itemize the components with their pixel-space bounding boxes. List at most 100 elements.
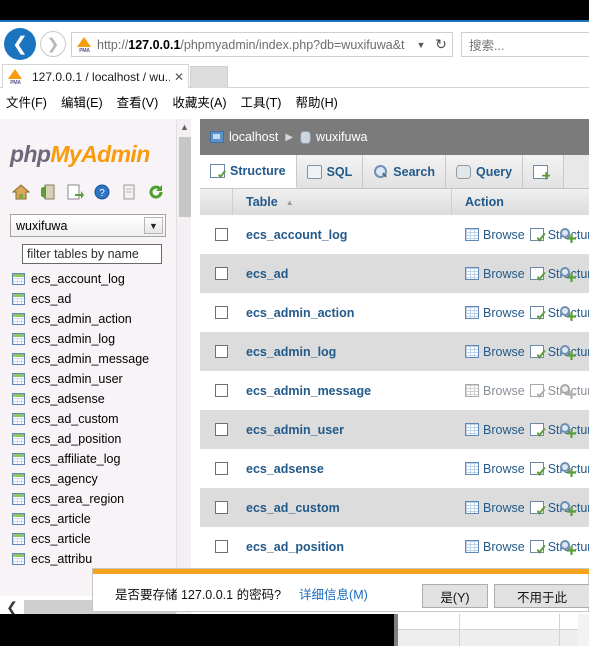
tab-search[interactable]: Search (363, 155, 446, 188)
new-tab-button[interactable] (190, 66, 228, 88)
table-name-link[interactable]: ecs_ad (246, 254, 288, 293)
column-header-action-label: Action (465, 195, 504, 209)
home-icon[interactable] (11, 183, 31, 201)
browser-tab[interactable]: PMA 127.0.0.1 / localhost / wu... ✕ (2, 64, 189, 88)
breadcrumb-database[interactable]: wuxifuwa (300, 130, 367, 144)
row-checkbox[interactable] (215, 345, 228, 358)
tab-label: Search (393, 164, 435, 179)
sql-window-icon[interactable] (66, 183, 84, 201)
back-arrow-icon[interactable]: ❮ (4, 28, 36, 60)
browse-link[interactable]: Browse (465, 540, 525, 554)
row-checkbox[interactable] (215, 267, 228, 280)
list-item[interactable]: ecs_ad_position (6, 429, 171, 449)
table-name-link[interactable]: ecs_admin_message (246, 371, 371, 410)
breadcrumb-server[interactable]: localhost (210, 130, 278, 144)
row-checkbox[interactable] (215, 501, 228, 514)
browse-label: Browse (483, 344, 525, 359)
reload-navigation-icon[interactable] (147, 183, 165, 201)
list-item[interactable]: ecs_admin_user (6, 369, 171, 389)
chevron-left-icon[interactable]: ❮ (0, 599, 24, 614)
list-item[interactable]: ecs_admin_action (6, 309, 171, 329)
forward-arrow-icon[interactable]: ❯ (40, 31, 66, 57)
browse-link[interactable]: Browse (465, 501, 525, 515)
table-name-link[interactable]: ecs_admin_log (246, 332, 336, 371)
menu-item-view[interactable]: 查看(V) (117, 92, 159, 111)
list-item-label: ecs_admin_message (31, 352, 150, 366)
search-table-icon[interactable] (560, 462, 576, 477)
list-item[interactable]: ecs_article (6, 509, 171, 529)
menu-item-file[interactable]: 文件(F) (6, 92, 47, 111)
column-header-table[interactable]: Table ▲ (233, 189, 452, 215)
search-table-icon[interactable] (560, 384, 576, 399)
tab-structure[interactable]: Structure (200, 155, 297, 188)
search-table-icon[interactable] (560, 228, 576, 243)
address-bar[interactable]: PMA http://127.0.0.1/phpmyadmin/index.ph… (71, 32, 453, 57)
browse-link[interactable]: Browse (465, 462, 525, 476)
table-name-link[interactable]: ecs_adsense (246, 449, 324, 488)
tab-sql[interactable]: SQL (296, 155, 364, 188)
browse-icon (465, 423, 479, 436)
docs-icon[interactable] (120, 183, 138, 201)
browse-link[interactable]: Browse (465, 423, 525, 437)
list-item[interactable]: ecs_account_log (6, 269, 171, 289)
search-table-icon[interactable] (560, 501, 576, 516)
search-table-icon[interactable] (560, 345, 576, 360)
search-table-icon[interactable] (560, 267, 576, 282)
database-select[interactable]: wuxifuwa ▼ (10, 214, 166, 237)
search-input[interactable]: 搜索... (461, 32, 589, 57)
table-name-link[interactable]: ecs_ad_position (246, 527, 344, 566)
list-item[interactable]: ecs_ad (6, 289, 171, 309)
logout-icon[interactable] (39, 183, 57, 201)
table-name-link[interactable]: ecs_admin_user (246, 410, 344, 449)
table-name-link[interactable]: ecs_ad_custom (246, 488, 340, 527)
browse-link[interactable]: Browse (465, 267, 525, 281)
table-icon (12, 313, 25, 325)
close-icon[interactable]: ✕ (170, 70, 188, 84)
list-item[interactable]: ecs_admin_message (6, 349, 171, 369)
scrollbar-thumb[interactable] (179, 137, 191, 217)
row-checkbox[interactable] (215, 228, 228, 241)
menu-item-edit[interactable]: 编辑(E) (61, 92, 103, 111)
not-for-this-site-button[interactable]: 不用于此 (494, 584, 589, 608)
browse-link[interactable]: Browse (465, 306, 525, 320)
row-checkbox[interactable] (215, 306, 228, 319)
help-icon[interactable]: ? (93, 183, 111, 201)
menu-item-favorites[interactable]: 收藏夹(A) (172, 92, 226, 111)
menu-item-tools[interactable]: 工具(T) (240, 92, 281, 111)
list-item[interactable]: ecs_adsense (6, 389, 171, 409)
yes-button[interactable]: 是(Y) (422, 584, 488, 608)
search-table-icon[interactable] (560, 423, 576, 438)
table-name-link[interactable]: ecs_admin_action (246, 293, 354, 332)
chevron-up-icon[interactable]: ▲ (177, 122, 192, 132)
search-table-icon[interactable] (560, 306, 576, 321)
row-checkbox[interactable] (215, 384, 228, 397)
chevron-down-icon[interactable]: ▼ (412, 40, 430, 50)
row-checkbox[interactable] (215, 540, 228, 553)
table-header-row: Table ▲ Action (200, 189, 589, 215)
filter-tables-input[interactable]: filter tables by name (22, 244, 162, 264)
list-item[interactable]: ecs_area_region (6, 489, 171, 509)
row-checkbox[interactable] (215, 423, 228, 436)
list-item[interactable]: ecs_article (6, 529, 171, 549)
table-name-link[interactable]: ecs_account_log (246, 215, 347, 254)
chevron-down-icon[interactable]: ▼ (144, 217, 163, 234)
browse-link[interactable]: Browse (465, 228, 525, 242)
menu-item-help[interactable]: 帮助(H) (295, 92, 337, 111)
browse-label: Browse (483, 227, 525, 242)
spreadsheet-cell (460, 630, 560, 646)
tab-query[interactable]: Query (445, 155, 524, 188)
browse-link[interactable]: Browse (465, 384, 525, 398)
tab-export[interactable] (523, 155, 565, 188)
row-checkbox[interactable] (215, 462, 228, 475)
list-item[interactable]: ecs_agency (6, 469, 171, 489)
browse-link[interactable]: Browse (465, 345, 525, 359)
reload-icon[interactable]: ↻ (430, 36, 452, 53)
browse-label: Browse (483, 422, 525, 437)
navigation-vertical-scrollbar[interactable]: ▲ (176, 119, 191, 614)
notification-details-link[interactable]: 详细信息(M) (299, 584, 368, 603)
list-item[interactable]: ecs_admin_log (6, 329, 171, 349)
list-item[interactable]: ecs_attribu (6, 549, 171, 569)
list-item[interactable]: ecs_ad_custom (6, 409, 171, 429)
list-item[interactable]: ecs_affiliate_log (6, 449, 171, 469)
search-table-icon[interactable] (560, 540, 576, 555)
